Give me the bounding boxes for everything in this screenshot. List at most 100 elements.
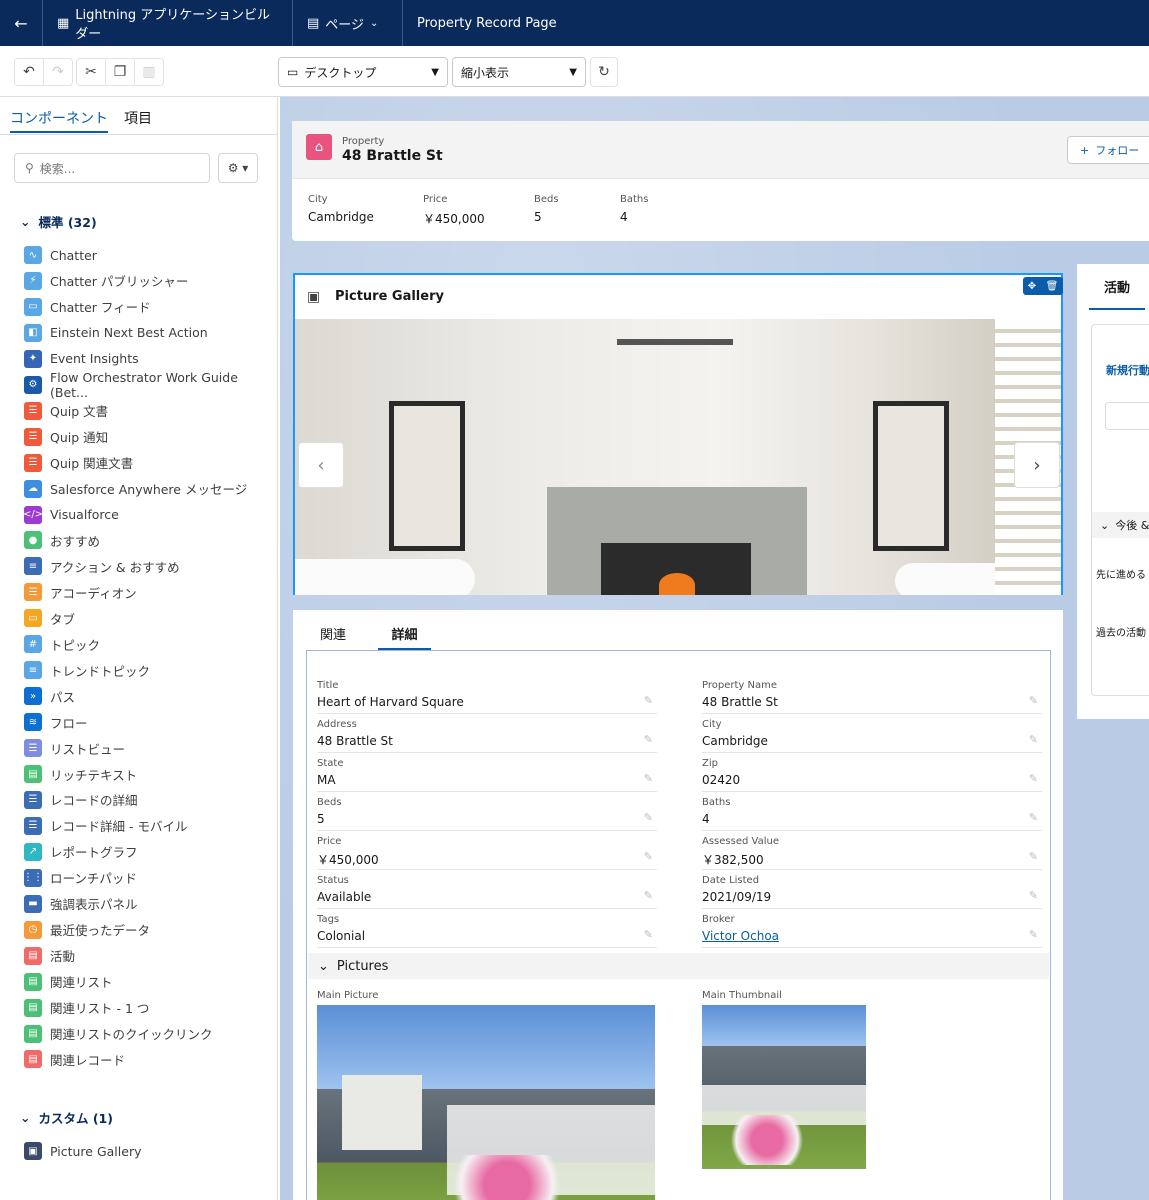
edit-pencil-icon[interactable]: ✎ (1029, 928, 1038, 941)
back-button[interactable]: ← (0, 0, 43, 46)
tab-activity[interactable]: 活動 (1089, 264, 1145, 310)
component-label: Quip 通知 (50, 430, 109, 446)
desktop-icon: ▭ (287, 65, 299, 79)
tab-details[interactable]: 詳細 (378, 624, 431, 650)
component-item[interactable]: ⋮⋮ ローンチパッド (23, 868, 137, 888)
component-label: レポートグラフ (50, 845, 138, 861)
copy-button[interactable]: ❐ (105, 58, 135, 86)
edit-pencil-icon[interactable]: ✎ (1029, 694, 1038, 707)
component-item[interactable]: ☰ Quip 文書 (24, 401, 108, 421)
component-item[interactable]: ▬ 強調表示パネル (24, 894, 138, 914)
component-item[interactable]: ▤ 関連リスト (24, 972, 113, 992)
gallery-prev-button[interactable]: ‹ (298, 442, 344, 488)
tab-fields[interactable]: 項目 (124, 105, 152, 131)
edit-pencil-icon[interactable]: ✎ (1029, 811, 1038, 824)
component-item[interactable]: ● おすすめ (24, 530, 100, 550)
move-icon[interactable]: ✥ (1028, 281, 1036, 292)
follow-button[interactable]: + フォロー (1067, 136, 1149, 164)
highlights-panel[interactable]: ⌂ Property 48 Brattle St + フォロー City Cambr… (292, 121, 1149, 241)
field-value: Cambridge (702, 734, 768, 748)
component-item[interactable]: ≡ アクション & おすすめ (24, 556, 180, 576)
component-label: Visualforce (50, 507, 119, 522)
undo-button[interactable]: ↶ (14, 58, 44, 86)
component-item[interactable]: ≡ トレンドトピック (24, 660, 150, 680)
redo-button[interactable]: ↷ (43, 58, 73, 86)
component-item[interactable]: ≋ フロー (24, 712, 88, 732)
detail-field: Status Available ✎ (317, 875, 657, 909)
component-label: トレンドトピック (50, 663, 151, 679)
edit-pencil-icon[interactable]: ✎ (644, 889, 653, 902)
gallery-next-button[interactable]: › (1014, 442, 1060, 488)
standard-section-toggle[interactable]: ⌄ 標準 (32) (20, 212, 97, 231)
edit-pencil-icon[interactable]: ✎ (1029, 733, 1038, 746)
component-item[interactable]: ▭ タブ (24, 608, 75, 628)
detail-field: Zip 02420 ✎ (702, 758, 1042, 792)
pages-menu[interactable]: ▤ ページ ⌄ (293, 0, 403, 46)
edit-pencil-icon[interactable]: ✎ (644, 850, 653, 863)
component-item[interactable]: ▤ 関連レコード (24, 1049, 125, 1069)
component-label: パス (50, 689, 76, 705)
edit-pencil-icon[interactable]: ✎ (1029, 850, 1038, 863)
component-item[interactable]: ☰ Quip 通知 (24, 427, 108, 447)
component-item[interactable]: ☰ アコーディオン (24, 582, 137, 602)
component-item[interactable]: ▤ 関連リスト - 1 つ (24, 998, 149, 1018)
search-input[interactable]: ⚲ 検索... (14, 153, 210, 183)
settings-menu-button[interactable]: ⚙ ▾ (218, 153, 258, 183)
activity-panel[interactable]: 活動 新規行動 ⌄ 今後 & 先に進める 過去の活動 (1077, 264, 1149, 719)
edit-pencil-icon[interactable]: ✎ (644, 928, 653, 941)
component-item[interactable]: ▣ Picture Gallery (24, 1141, 141, 1161)
activity-input[interactable] (1105, 402, 1149, 430)
record-details-panel[interactable]: 関連 詳細 Title Heart of Harvard Square ✎ Addre… (293, 610, 1063, 1200)
upcoming-toggle[interactable]: ⌄ 今後 & (1092, 512, 1149, 538)
component-item[interactable]: ▭ Chatter フィード (24, 297, 151, 317)
tab-components[interactable]: コンポーネント (10, 105, 108, 133)
highlight-field: Beds 5 (534, 194, 559, 224)
pictures-section-toggle[interactable]: ⌄ Pictures (308, 953, 1049, 979)
component-item[interactable]: # トピック (24, 634, 100, 654)
custom-section-toggle[interactable]: ⌄ カスタム (1) (20, 1108, 113, 1127)
component-item[interactable]: ⚙ Flow Orchestrator Work Guide (Bet... (24, 370, 277, 400)
component-item[interactable]: ☁ Salesforce Anywhere メッセージ (24, 479, 247, 499)
edit-pencil-icon[interactable]: ✎ (644, 733, 653, 746)
component-label: 最近使ったデータ (50, 923, 151, 939)
component-item[interactable]: ☰ リストビュー (24, 738, 125, 758)
component-item[interactable]: </> Visualforce (23, 505, 119, 525)
component-item[interactable]: ✦ Event Insights (24, 349, 139, 369)
component-item[interactable]: ↗ レポートグラフ (24, 842, 138, 862)
edit-pencil-icon[interactable]: ✎ (644, 772, 653, 785)
component-item[interactable]: ▤ リッチテキスト (24, 764, 137, 784)
record-page-name: Property Record Page (417, 15, 557, 31)
detail-field: Property Name 48 Brattle St ✎ (702, 680, 1042, 714)
cut-button[interactable]: ✂ (76, 58, 106, 86)
broker-link[interactable]: Victor Ochoa (702, 929, 779, 943)
component-item[interactable]: ◷ 最近使ったデータ (24, 920, 150, 940)
paste-button[interactable]: ▥ (134, 58, 164, 86)
device-select[interactable]: ▭ デスクトップ ▼ (278, 57, 448, 87)
component-icon: » (24, 687, 42, 706)
component-item[interactable]: ☰ Quip 関連文書 (24, 453, 133, 473)
edit-pencil-icon[interactable]: ✎ (644, 694, 653, 707)
delete-icon[interactable]: 🗑 (1046, 281, 1059, 292)
component-item[interactable]: ▤ 関連リストのクイックリンク (24, 1024, 213, 1044)
edit-pencil-icon[interactable]: ✎ (644, 811, 653, 824)
component-item[interactable]: ⚡ Chatter パブリッシャー (24, 271, 188, 291)
field-label: Tags (317, 914, 340, 925)
component-label: Salesforce Anywhere メッセージ (50, 482, 248, 498)
plus-icon: + (1080, 143, 1090, 157)
edit-pencil-icon[interactable]: ✎ (1029, 889, 1038, 902)
component-item[interactable]: ☰ レコードの詳細 (24, 790, 138, 810)
component-item[interactable]: ∿ Chatter (24, 245, 97, 265)
picture-gallery-component[interactable]: ▣ Picture Gallery ✥ 🗑 ‹ › (293, 273, 1063, 595)
component-item[interactable]: ▤ 活動 (24, 946, 75, 966)
tab-related[interactable]: 関連 (320, 624, 346, 643)
component-item[interactable]: ◧ Einstein Next Best Action (24, 323, 208, 343)
component-icon: ● (24, 531, 42, 550)
view-select[interactable]: 縮小表示 ▼ (452, 57, 586, 87)
component-item[interactable]: » パス (24, 686, 75, 706)
image-icon: ▣ (307, 289, 321, 305)
refresh-button[interactable]: ↻ (590, 57, 618, 87)
component-item[interactable]: ☰ レコード詳細 - モバイル (24, 816, 187, 836)
edit-pencil-icon[interactable]: ✎ (1029, 772, 1038, 785)
new-action-link[interactable]: 新規行動 (1106, 362, 1149, 378)
highlight-value: 4 (620, 210, 628, 224)
